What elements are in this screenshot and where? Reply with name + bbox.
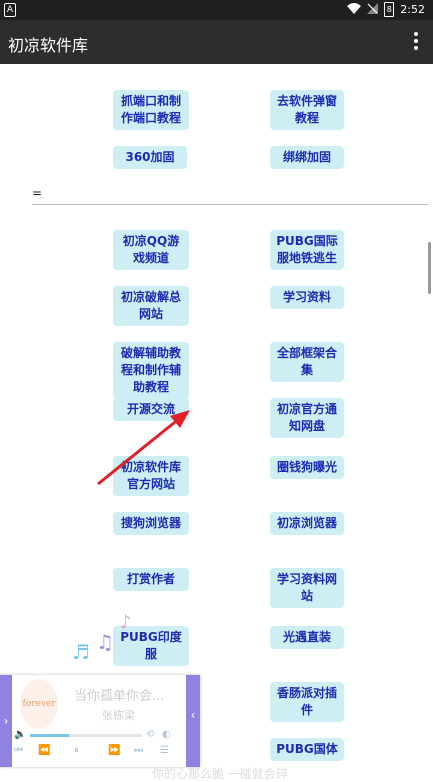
album-cover-text: forever xyxy=(22,699,56,709)
link-button[interactable]: 360加固 xyxy=(113,146,187,169)
song-artist: 张栋梁 xyxy=(102,709,135,722)
link-button[interactable]: 绑绑加固 xyxy=(270,146,344,169)
scrollbar[interactable] xyxy=(428,242,431,294)
main-content: 抓端口和制作端口教程 去软件弹窗教程 360加固 绑绑加固 = 初凉QQ游戏频道… xyxy=(0,64,433,779)
skip-start-icon[interactable]: ⏮ xyxy=(14,745,23,756)
song-title: 当你孤单你会... xyxy=(74,689,165,704)
link-button[interactable]: PUBG国体 xyxy=(270,738,344,761)
link-button[interactable]: 搜狗浏览器 xyxy=(113,512,189,535)
status-bar: A 8 2:52 xyxy=(0,0,433,20)
progress-bar[interactable] xyxy=(30,734,142,737)
battery-icon: 8 xyxy=(384,2,395,17)
progress-fill xyxy=(30,734,70,737)
link-button[interactable]: 学习资料 xyxy=(270,286,344,309)
floating-music-player[interactable]: › forever 当你孤单你会... 张栋梁 🔈 ⟲ ◐ ⏮ ⏪ ⏸ ⏩ ⏭ … xyxy=(0,675,200,767)
pause-icon[interactable]: ⏸ xyxy=(74,745,79,756)
repeat-icon[interactable]: ⟲ xyxy=(146,729,154,740)
volume-icon[interactable]: 🔈 xyxy=(14,729,26,740)
signal-off-icon xyxy=(367,2,379,17)
link-button[interactable]: 圈钱狗曝光 xyxy=(270,456,344,479)
link-button[interactable]: 破解辅助教程和制作辅助教程 xyxy=(113,342,189,399)
floating-lyric: 你的心那么脆 一碰就会碎 xyxy=(152,767,288,781)
collapse-left-icon[interactable]: › xyxy=(0,675,12,767)
toggle-icon[interactable]: ◐ xyxy=(162,729,171,740)
link-button[interactable]: 打赏作者 xyxy=(113,568,189,591)
link-button[interactable]: 去软件弹窗教程 xyxy=(270,90,344,130)
divider xyxy=(32,204,428,205)
skip-end-icon[interactable]: ⏭ xyxy=(134,745,143,756)
link-button[interactable]: 学习资料网站 xyxy=(270,568,344,608)
link-button[interactable]: 光遇直装 xyxy=(270,626,344,649)
link-button[interactable]: 初凉浏览器 xyxy=(270,512,344,535)
separator-label: = xyxy=(32,186,43,200)
previous-icon[interactable]: ⏪ xyxy=(38,745,50,756)
collapse-right-icon[interactable]: ‹ xyxy=(186,675,200,767)
link-button[interactable]: PUBG国际服地铁逃生 xyxy=(270,230,344,270)
link-button[interactable]: 初凉官方通知网盘 xyxy=(270,398,344,438)
music-note-icon: ♬ xyxy=(72,640,90,664)
overflow-menu-icon[interactable] xyxy=(413,32,419,50)
link-button[interactable]: 初凉软件库官方网站 xyxy=(113,456,189,496)
link-button[interactable]: 初凉QQ游戏频道 xyxy=(113,230,189,270)
album-cover[interactable]: forever xyxy=(20,679,58,729)
music-note-icon: ♪ xyxy=(120,612,132,633)
app-bar: 初凉软件库 xyxy=(0,20,433,64)
status-right: 8 2:52 xyxy=(347,2,425,17)
notification-icon: A xyxy=(4,3,16,17)
link-button[interactable]: 开源交流 xyxy=(113,398,189,421)
music-note-icon: ♫ xyxy=(96,630,114,654)
playlist-icon[interactable]: ☰ xyxy=(160,745,169,756)
clock: 2:52 xyxy=(400,3,425,16)
app-title: 初凉软件库 xyxy=(8,36,89,55)
link-button[interactable]: 抓端口和制作端口教程 xyxy=(113,90,189,130)
next-icon[interactable]: ⏩ xyxy=(108,745,120,756)
link-button[interactable]: 初凉破解总网站 xyxy=(113,286,189,326)
wifi-icon xyxy=(347,2,362,17)
link-button[interactable]: 全部框架合集 xyxy=(270,342,344,382)
link-button[interactable]: 香肠派对插件 xyxy=(270,682,344,722)
